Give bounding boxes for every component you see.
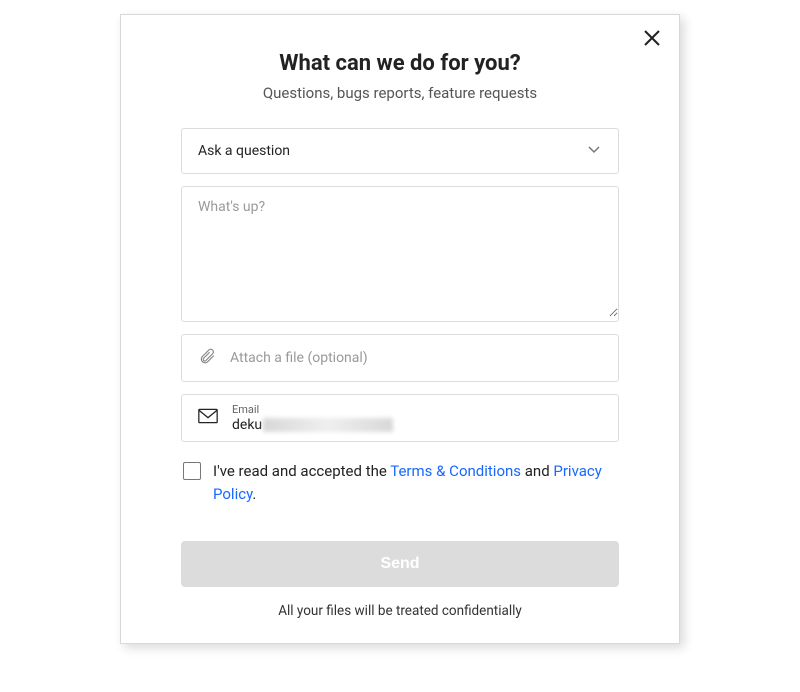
message-textarea[interactable]: [182, 187, 618, 317]
modal-title: What can we do for you?: [181, 51, 619, 76]
mail-icon: [198, 408, 218, 428]
topic-select[interactable]: Ask a question: [181, 128, 619, 174]
topic-select-value: Ask a question: [198, 143, 290, 159]
terms-link[interactable]: Terms & Conditions: [390, 462, 521, 480]
send-button[interactable]: Send: [181, 541, 619, 587]
email-value-visible: deku: [232, 417, 262, 433]
consent-suffix: .: [252, 485, 256, 503]
close-icon: [643, 32, 661, 51]
message-field: [181, 186, 619, 322]
attach-file-field[interactable]: Attach a file (optional): [181, 334, 619, 382]
modal-header: What can we do for you? Questions, bugs …: [181, 51, 619, 102]
email-redacted: [263, 418, 393, 432]
email-label: Email: [232, 403, 602, 416]
email-value: deku: [232, 417, 602, 433]
email-content: Email deku: [232, 403, 602, 433]
consent-text: I've read and accepted the Terms & Condi…: [213, 460, 617, 505]
close-button[interactable]: [643, 29, 661, 47]
consent-row: I've read and accepted the Terms & Condi…: [181, 460, 619, 505]
confidentiality-footer: All your files will be treated confident…: [181, 603, 619, 619]
attach-file-label: Attach a file (optional): [230, 350, 368, 366]
consent-checkbox[interactable]: [183, 462, 201, 480]
chevron-down-icon: [586, 141, 602, 161]
consent-prefix: I've read and accepted the: [213, 462, 390, 480]
paperclip-icon: [198, 347, 216, 369]
consent-middle: and: [521, 462, 553, 480]
email-field[interactable]: Email deku: [181, 394, 619, 442]
modal-subtitle: Questions, bugs reports, feature request…: [181, 84, 619, 102]
contact-modal: What can we do for you? Questions, bugs …: [120, 14, 680, 644]
